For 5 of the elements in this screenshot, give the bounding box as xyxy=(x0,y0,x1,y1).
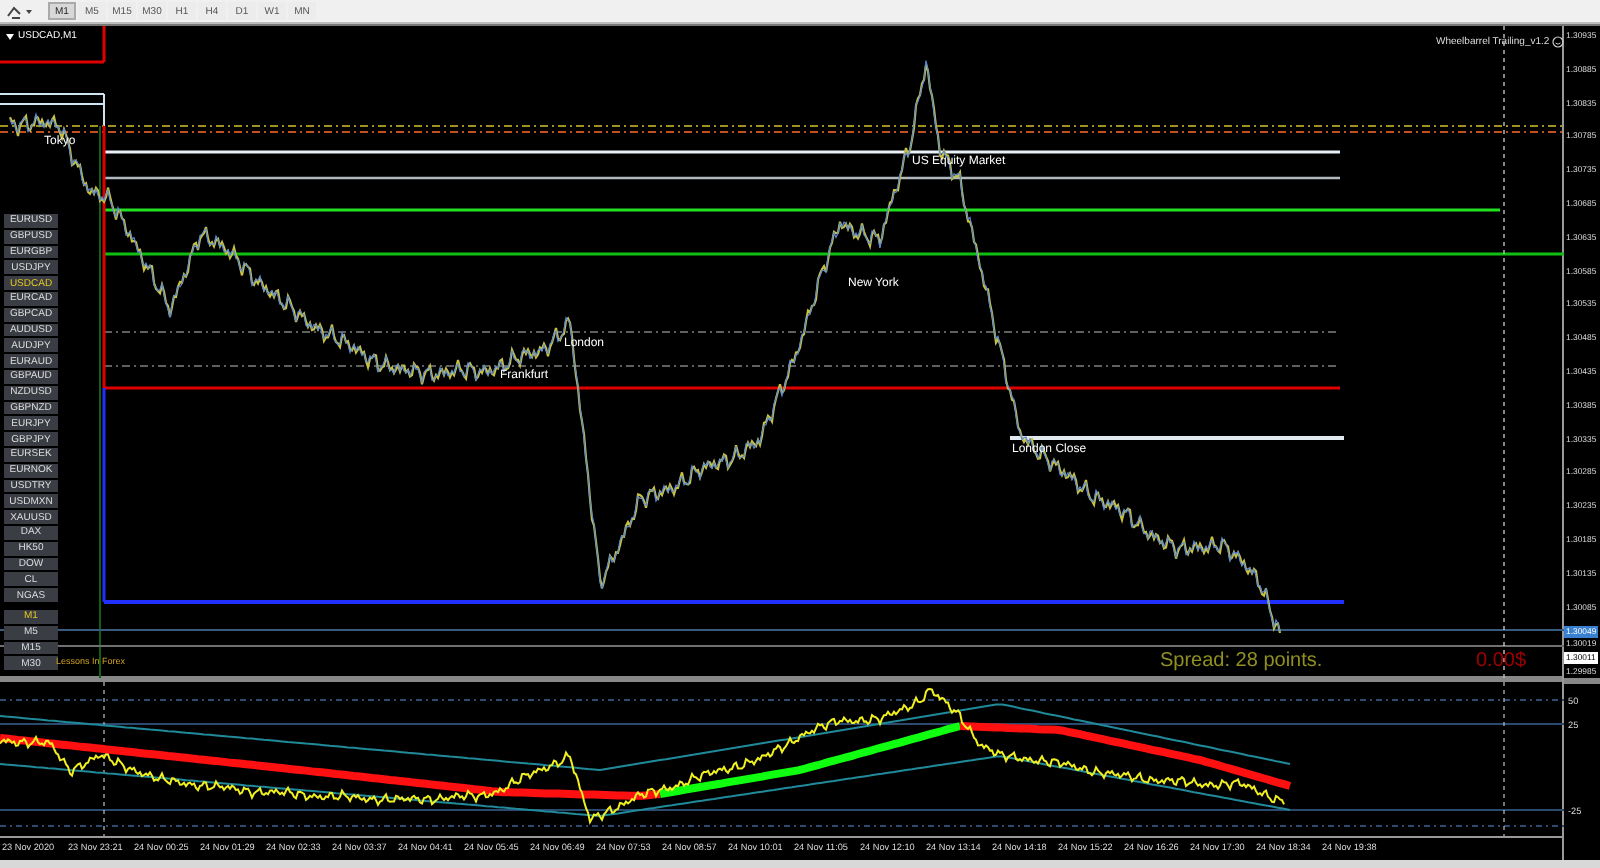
spread-text: Spread: 28 points. xyxy=(1160,650,1323,672)
smiley-icon xyxy=(1552,36,1564,48)
line-tools-icon[interactable] xyxy=(6,3,34,19)
profit-text: 0.00$ xyxy=(1476,650,1527,672)
caret-icon[interactable] xyxy=(6,33,14,39)
